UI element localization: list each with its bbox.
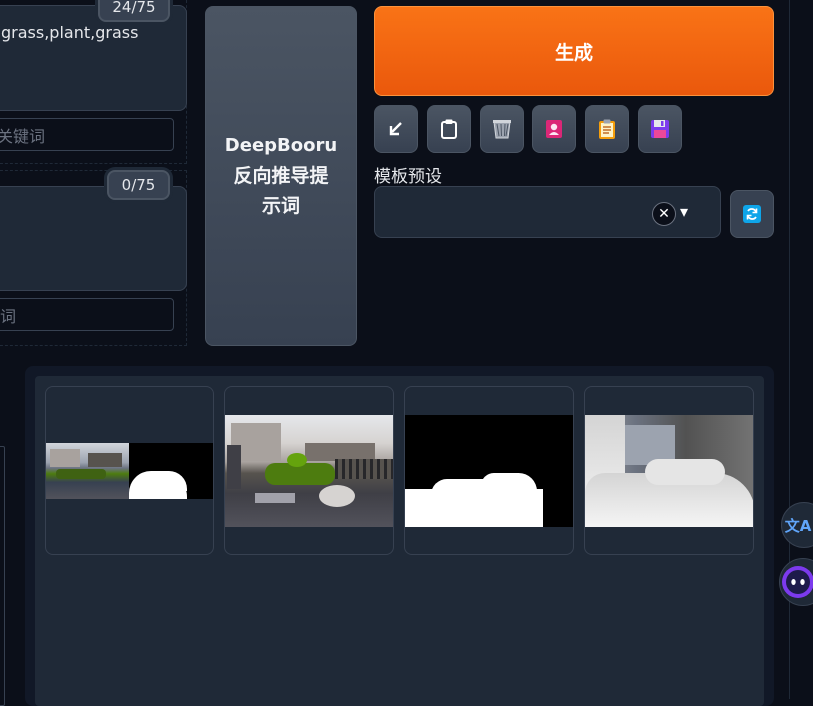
clear-prompt-button[interactable] — [480, 105, 524, 153]
deepbooru-label-line3: 示词 — [261, 195, 300, 217]
negative-keyword-input[interactable]: 词 — [0, 298, 174, 331]
notes-icon — [599, 119, 615, 139]
gallery-item-composite[interactable] — [45, 386, 214, 555]
deepbooru-label-line1: DeepBooru — [224, 135, 338, 156]
arrow-icon — [389, 122, 402, 136]
apply-style-button[interactable] — [585, 105, 629, 153]
negative-keyword-placeholder: 词 — [0, 306, 17, 326]
composite-image — [46, 443, 213, 499]
mask-image — [405, 415, 573, 527]
left-lower-panel — [0, 446, 5, 706]
extra-networks-button[interactable] — [532, 105, 576, 153]
pink-card-icon — [546, 120, 562, 138]
save-style-button[interactable] — [638, 105, 682, 153]
depth-image — [585, 415, 753, 527]
gallery-item-garden-render[interactable] — [224, 386, 394, 555]
deepbooru-interrogate-button[interactable]: DeepBooru 反向推导提 示词 — [205, 6, 357, 346]
deepbooru-label-line2: 反向推导提 — [233, 165, 329, 187]
negative-prompt-textbox[interactable] — [0, 186, 187, 291]
gallery-item-mask[interactable] — [404, 386, 574, 555]
refresh-styles-button[interactable] — [730, 190, 774, 238]
translate-float-button[interactable]: 文A — [781, 502, 813, 548]
style-preset-label: 模板预设 — [374, 167, 442, 187]
paste-button[interactable] — [427, 105, 471, 153]
refresh-icon — [743, 205, 761, 223]
prompt-keyword-input[interactable]: 关键词 — [0, 118, 174, 151]
generate-button[interactable]: 生成 — [374, 6, 774, 96]
trash-icon — [493, 120, 511, 139]
prompt-token-counter: 24/75 — [98, 0, 170, 22]
translate-icon: 文A — [784, 516, 812, 535]
chevron-down-icon[interactable]: ▾ — [680, 202, 688, 221]
gallery-item-depth[interactable] — [584, 386, 754, 555]
assistant-float-button[interactable] — [779, 558, 813, 606]
garden-render-image — [225, 415, 393, 527]
clipboard-icon — [441, 119, 457, 139]
save-icon — [651, 120, 669, 138]
read-params-button[interactable] — [374, 105, 418, 153]
assistant-face-icon — [782, 566, 813, 598]
prompt-text: grass,plant,grass — [1, 23, 139, 42]
style-preset-dropdown[interactable]: ✕ ▾ — [374, 186, 721, 238]
negative-token-counter: 0/75 — [107, 170, 170, 200]
prompt-keyword-placeholder: 关键词 — [0, 126, 46, 146]
clear-selection-icon[interactable]: ✕ — [652, 202, 676, 226]
